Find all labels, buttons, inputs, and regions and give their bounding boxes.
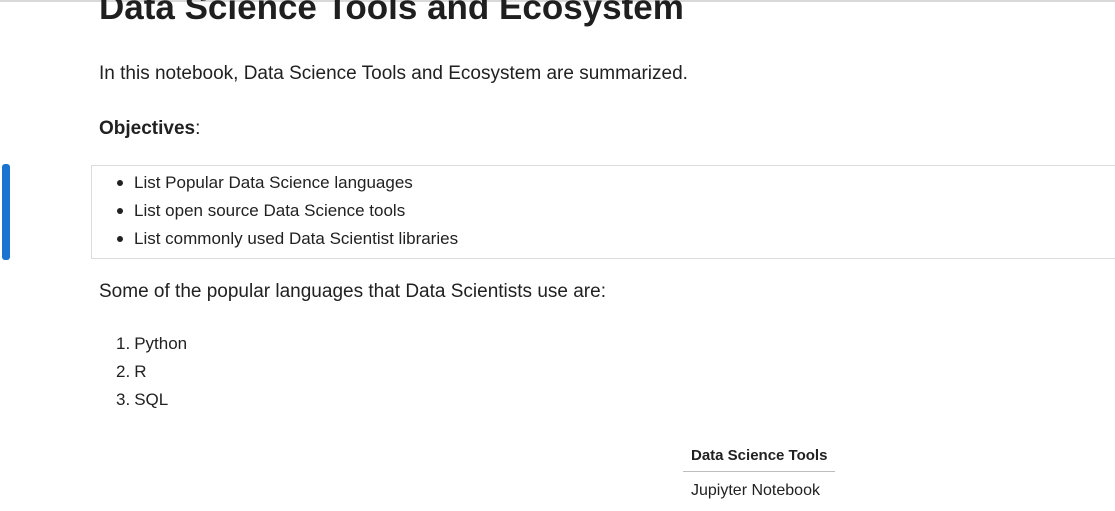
objectives-colon: : [195, 118, 201, 139]
tools-table: Data Science Tools Jupiyter Notebook [683, 443, 836, 505]
languages-list: 1. Python 2. R 3. SQL [116, 330, 187, 414]
list-number: 2. [116, 362, 131, 381]
languages-intro-text: Some of the popular languages that Data … [99, 281, 606, 302]
table-cell: Jupiyter Notebook [691, 482, 820, 499]
objectives-heading: Objectives: [99, 116, 200, 142]
language-item: 1. Python [116, 330, 187, 358]
active-cell-indicator[interactable] [2, 164, 10, 260]
objectives-list: List Popular Data Science languages List… [116, 169, 458, 253]
language-item: 3. SQL [116, 386, 187, 414]
list-number: 3. [116, 390, 131, 409]
table-header: Data Science Tools [683, 443, 836, 472]
objective-item: List Popular Data Science languages [116, 169, 458, 197]
language-item: 2. R [116, 358, 187, 386]
table-row: Jupiyter Notebook [683, 472, 835, 505]
intro-text: In this notebook, Data Science Tools and… [99, 63, 688, 84]
list-number: 1. [116, 334, 131, 353]
objective-item: List open source Data Science tools [116, 197, 458, 225]
language-name: R [134, 362, 147, 381]
language-name: Python [134, 334, 188, 353]
language-name: SQL [134, 390, 169, 409]
notebook-page: Data Science Tools and Ecosystem In this… [0, 0, 1115, 511]
objective-item: List commonly used Data Scientist librar… [116, 225, 458, 253]
objectives-label: Objectives [99, 118, 196, 139]
notebook-title: Data Science Tools and Ecosystem [99, 0, 684, 27]
table-header-row: Data Science Tools [683, 443, 836, 472]
